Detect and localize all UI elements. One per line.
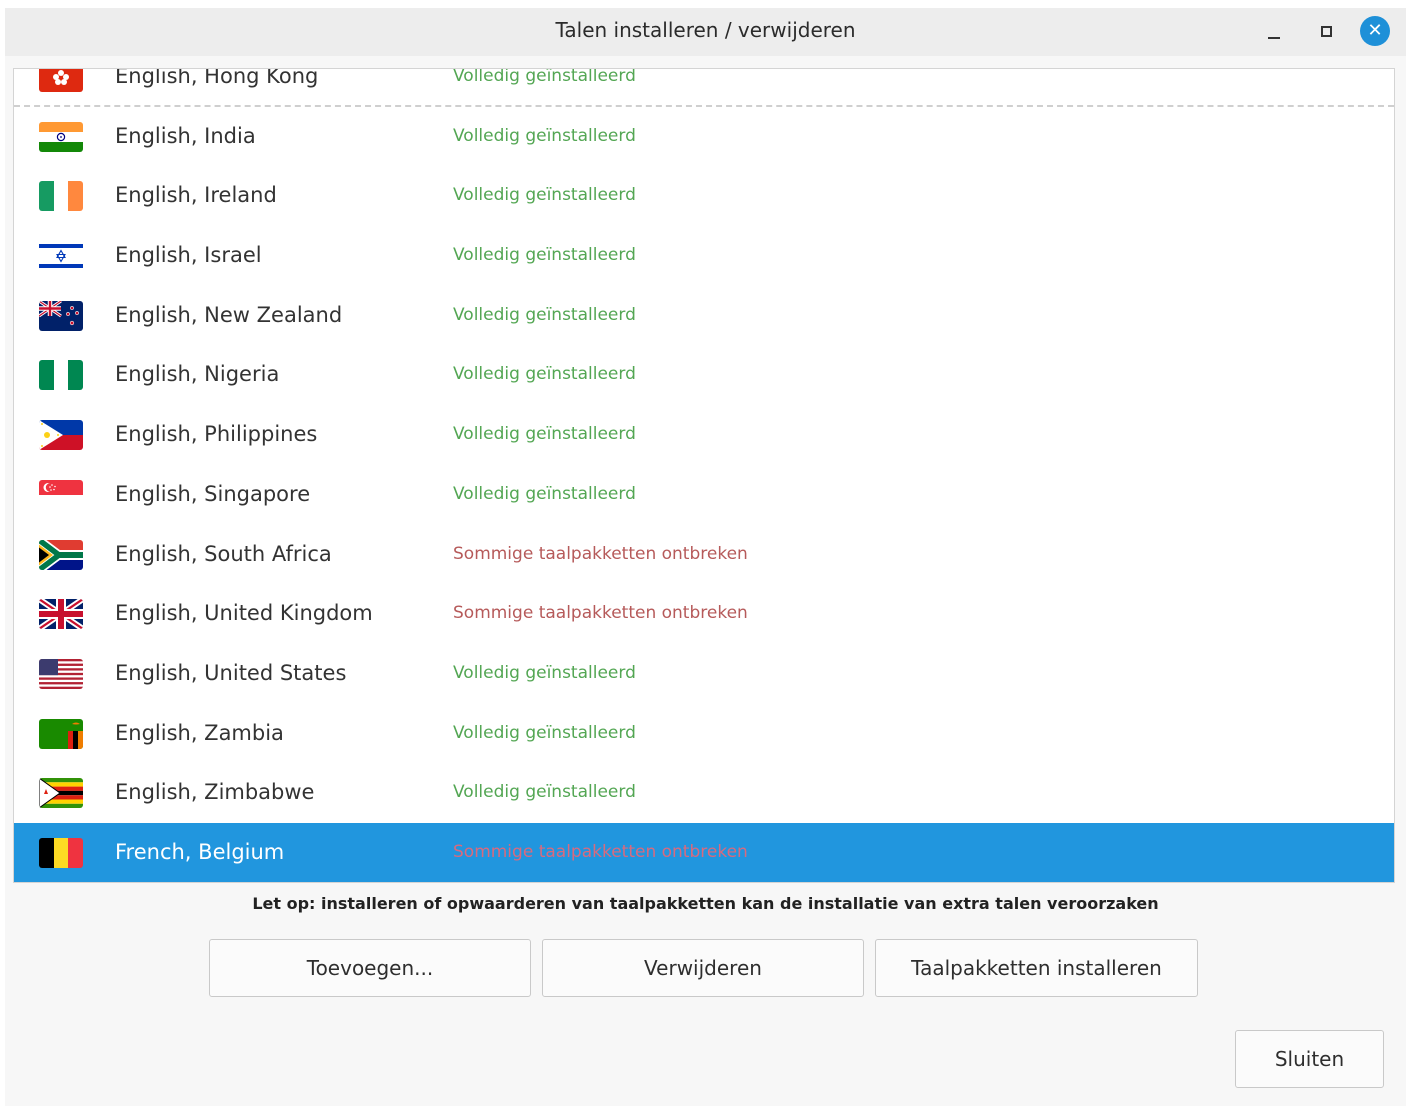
language-row[interactable]: English, Nigeria Volledig geïnstalleerd [14,345,1394,405]
minimize-button[interactable] [1259,16,1289,46]
zambia-flag-icon [39,718,83,749]
language-row[interactable]: English, South Africa Sommige taalpakkett… [14,525,1394,585]
language-status: Volledig geïnstalleerd [453,125,636,146]
add-language-button[interactable]: Toevoegen... [209,939,531,997]
install-note: Let op: installeren of opwaarderen van t… [252,894,1159,913]
language-status: Volledig geïnstalleerd [453,662,636,683]
language-status: Volledig geïnstalleerd [453,364,636,385]
language-row[interactable]: English, Ireland Volledig geïnstalleerd [14,166,1394,226]
israel-flag-icon [39,241,83,272]
language-status: Sommige taalpakketten ontbreken [453,603,748,624]
language-status: Volledig geïnstalleerd [453,782,636,803]
language-row[interactable]: English, Singapore Volledig geïnstalleerd [14,465,1394,525]
singapore-flag-icon [39,479,83,510]
language-list[interactable]: English, Hong Kong Volledig geïnstalleerd… [13,68,1395,883]
language-name: English, Hong Kong [115,68,319,88]
india-flag-icon [39,121,83,152]
new-zealand-flag-icon [39,300,83,331]
hong-kong-flag-icon [39,69,83,92]
language-name: English, Zimbabwe [115,780,315,805]
language-row[interactable]: English, Israel Volledig geïnstalleerd [14,226,1394,286]
language-row[interactable]: English, Philippines Volledig geïnstallee… [14,405,1394,465]
language-status: Volledig geïnstalleerd [453,722,636,743]
nigeria-flag-icon [39,360,83,391]
language-row[interactable]: French, Belgium Sommige taalpakketten ont… [14,822,1394,882]
language-status: Volledig geïnstalleerd [453,245,636,266]
language-row[interactable]: English, United Kingdom Sommige taalpakke… [14,584,1394,644]
close-window-button[interactable]: ✕ [1360,16,1390,46]
language-status: Volledig geïnstalleerd [453,185,636,206]
united-states-flag-icon [39,658,83,689]
language-row[interactable]: English, India Volledig geïnstalleerd [14,107,1394,167]
language-name: English, Zambia [115,720,284,745]
language-row[interactable]: English, United States Volledig geïnstall… [14,644,1394,704]
language-status: Volledig geïnstalleerd [453,483,636,504]
close-button[interactable]: Sluiten [1235,1030,1384,1088]
language-name: English, Nigeria [115,362,280,387]
language-row[interactable]: English, New Zealand Volledig geïnstallee… [14,286,1394,346]
title-bar: Talen installeren / verwijderen ✕ [5,8,1406,56]
language-name: English, Singapore [115,481,311,506]
united-kingdom-flag-icon [39,599,83,630]
maximize-button[interactable] [1311,16,1341,46]
language-row[interactable]: English, Hong Kong Volledig geïnstalleerd [14,68,1394,107]
maximize-icon [1320,25,1332,37]
language-name: English, United Kingdom [115,601,373,626]
minimize-icon [1268,37,1280,39]
language-name: English, New Zealand [115,302,343,327]
language-name: English, Ireland [115,183,277,208]
language-status: Sommige taalpakketten ontbreken [453,543,748,564]
language-name: English, Israel [115,243,262,268]
language-name: English, South Africa [115,541,332,566]
language-name: English, India [115,123,256,148]
zimbabwe-flag-icon [39,778,83,809]
language-status: Sommige taalpakketten ontbreken [453,841,748,862]
window-title: Talen installeren / verwijderen [555,18,856,42]
philippines-flag-icon [39,420,83,451]
language-status: Volledig geïnstalleerd [453,304,636,325]
install-language-packs-button[interactable]: Taalpakketten installeren [875,939,1198,997]
language-name: English, United States [115,660,347,685]
language-row[interactable]: English, Zambia Volledig geïnstalleerd [14,704,1394,764]
language-status: Volledig geïnstalleerd [453,68,636,86]
language-settings-window: Talen installeren / verwijderen ✕ Englis… [5,8,1406,1106]
close-icon: ✕ [1360,16,1390,46]
ireland-flag-icon [39,181,83,212]
language-status: Volledig geïnstalleerd [453,424,636,445]
south-africa-flag-icon [39,539,83,570]
language-row[interactable]: English, Zimbabwe Volledig geïnstalleerd [14,763,1394,823]
belgium-flag-icon [39,837,83,868]
language-rows: English, Hong Kong Volledig geïnstalleerd… [14,68,1394,882]
remove-language-button[interactable]: Verwijderen [542,939,864,997]
language-name: English, Philippines [115,422,318,447]
language-name: French, Belgium [115,839,285,864]
